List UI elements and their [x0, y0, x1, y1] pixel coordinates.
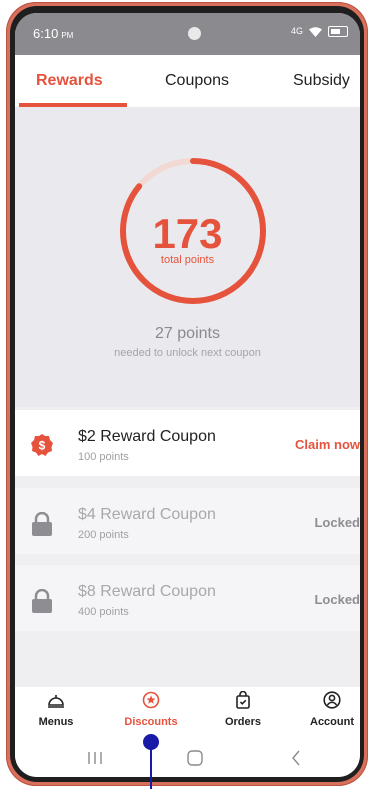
coupon-title: $4 Reward Coupon	[78, 506, 216, 523]
recent-apps-icon[interactable]	[87, 751, 103, 765]
nav-label: Orders	[224, 716, 262, 728]
person-icon	[323, 691, 341, 709]
network-indicator: 4G	[290, 26, 303, 36]
coupon-title: $2 Reward Coupon	[78, 428, 216, 445]
coupon-row-2[interactable]: $ $2 Reward Coupon 100 points Claim now	[15, 410, 360, 476]
locked-status: Locked	[314, 592, 360, 607]
nav-label: Account	[310, 716, 354, 728]
annotation-pointer-dot	[143, 734, 159, 750]
screen: 6:10 PM 4G Rewards Coupons Subsidy 173 to…	[15, 13, 360, 777]
claim-now-button[interactable]: Claim now	[295, 437, 360, 452]
coupon-points: 200 points	[78, 529, 129, 541]
lock-icon	[32, 512, 52, 536]
nav-account[interactable]: Account	[297, 691, 360, 728]
status-bar: 6:10 PM 4G	[15, 13, 360, 55]
nav-discounts[interactable]: Discounts	[116, 691, 186, 728]
status-ampm: PM	[61, 31, 74, 40]
coupon-points: 400 points	[78, 606, 129, 618]
status-time-value: 6:10	[33, 26, 59, 41]
lock-icon	[32, 589, 52, 613]
points-needed-value: 27 points	[155, 325, 220, 342]
points-summary: 173 total points 27 points needed to unl…	[15, 107, 360, 407]
front-camera	[188, 27, 201, 40]
nav-label: Menus	[38, 716, 74, 728]
tab-bar: Rewards Coupons Subsidy	[15, 55, 360, 107]
status-icons: 4G	[291, 26, 348, 37]
system-navigation-bar	[15, 739, 360, 777]
star-badge-icon	[142, 691, 160, 709]
wifi-icon	[309, 26, 322, 37]
coupon-row-8: $8 Reward Coupon 400 points Locked	[15, 565, 360, 631]
total-points-label: total points	[160, 254, 215, 266]
battery-icon	[328, 26, 348, 37]
coupon-row-4: $4 Reward Coupon 200 points Locked	[15, 488, 360, 554]
nav-menus[interactable]: Menus	[21, 691, 91, 728]
locked-status: Locked	[314, 515, 360, 530]
total-points-value: 173	[152, 210, 223, 257]
svg-text:$: $	[39, 439, 46, 453]
status-time: 6:10 PM	[33, 26, 73, 41]
back-icon[interactable]	[291, 750, 301, 766]
bottom-navigation: Menus Discounts Orders Account	[15, 687, 360, 739]
tab-subsidy[interactable]: Subsidy	[293, 72, 350, 90]
coupon-title: $8 Reward Coupon	[78, 583, 216, 600]
bag-icon	[236, 690, 250, 709]
points-needed-label: needed to unlock next coupon	[114, 347, 261, 359]
coupon-points: 100 points	[78, 451, 129, 463]
dollar-badge-icon: $	[31, 434, 53, 456]
bell-icon	[48, 695, 64, 708]
nav-label: Discounts	[124, 716, 178, 728]
home-icon[interactable]	[187, 750, 203, 766]
nav-orders[interactable]: Orders	[208, 690, 278, 728]
tab-coupons[interactable]: Coupons	[165, 72, 229, 90]
tab-rewards[interactable]: Rewards	[36, 72, 103, 90]
